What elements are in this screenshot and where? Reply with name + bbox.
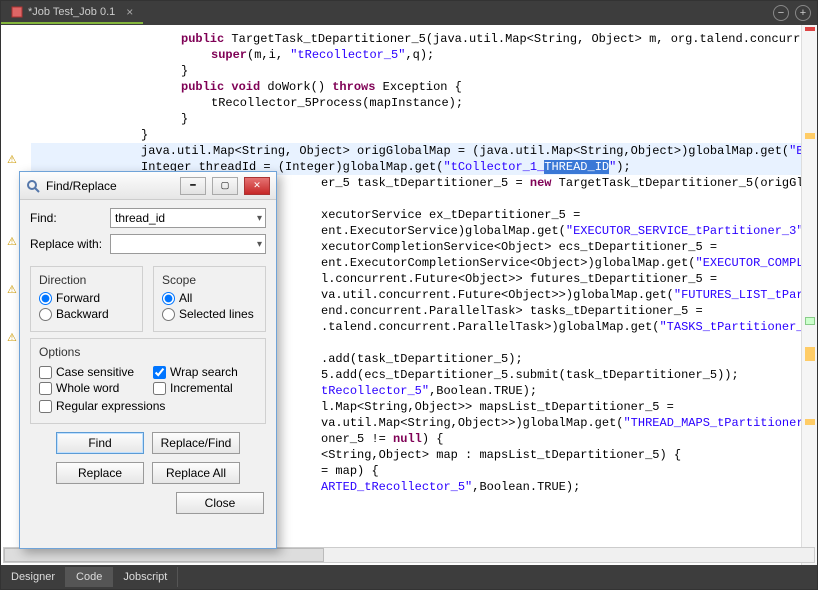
minimize-icon[interactable]: − bbox=[773, 5, 789, 21]
warning-icon: ⚠ bbox=[7, 331, 17, 344]
editor-tab-bar: *Job Test_Job 0.1 × − + bbox=[1, 1, 817, 25]
horizontal-scrollbar[interactable] bbox=[3, 547, 815, 563]
replace-with-input[interactable] bbox=[110, 234, 266, 254]
editor-tab[interactable]: *Job Test_Job 0.1 × bbox=[1, 2, 143, 24]
dialog-body: Find: thread_id Replace with: Direction … bbox=[20, 200, 276, 522]
warning-icon: ⚠ bbox=[7, 153, 17, 166]
find-label: Find: bbox=[30, 211, 106, 225]
find-replace-dialog: Find/Replace ━ ▢ ✕ Find: thread_id Repla… bbox=[19, 171, 277, 549]
replace-with-label: Replace with: bbox=[30, 237, 106, 251]
scrollbar-thumb[interactable] bbox=[4, 548, 324, 562]
dialog-titlebar[interactable]: Find/Replace ━ ▢ ✕ bbox=[20, 172, 276, 200]
warning-marker bbox=[805, 133, 815, 139]
replace-button[interactable]: Replace bbox=[56, 462, 144, 484]
error-marker bbox=[805, 27, 815, 31]
whole-word-checkbox[interactable] bbox=[39, 382, 52, 395]
job-icon bbox=[11, 6, 23, 18]
wrap-search-checkbox[interactable] bbox=[153, 366, 166, 379]
maximize-icon[interactable]: + bbox=[795, 5, 811, 21]
regex-checkbox[interactable] bbox=[39, 400, 52, 413]
close-button[interactable]: ✕ bbox=[244, 177, 270, 195]
options-label: Options bbox=[39, 345, 257, 359]
tab-code[interactable]: Code bbox=[66, 567, 113, 587]
find-button[interactable]: Find bbox=[56, 432, 144, 454]
forward-radio[interactable] bbox=[39, 292, 52, 305]
case-sensitive-checkbox[interactable] bbox=[39, 366, 52, 379]
direction-label: Direction bbox=[39, 273, 134, 287]
replace-find-button[interactable]: Replace/Find bbox=[152, 432, 240, 454]
maximize-button[interactable]: ▢ bbox=[212, 177, 238, 195]
direction-group: Direction Forward Backward bbox=[30, 266, 143, 332]
options-group: Options Case sensitive Whole word Wrap s… bbox=[30, 338, 266, 424]
scope-label: Scope bbox=[162, 273, 257, 287]
match-marker bbox=[805, 317, 815, 325]
warning-icon: ⚠ bbox=[7, 283, 17, 296]
backward-radio[interactable] bbox=[39, 308, 52, 321]
warning-icon: ⚠ bbox=[7, 235, 17, 248]
bottom-tab-bar: Designer Code Jobscript bbox=[1, 565, 817, 589]
search-icon bbox=[26, 179, 40, 193]
replace-all-button[interactable]: Replace All bbox=[152, 462, 240, 484]
tab-title: *Job Test_Job 0.1 bbox=[28, 6, 115, 18]
close-dialog-button[interactable]: Close bbox=[176, 492, 264, 514]
warning-marker bbox=[805, 419, 815, 425]
all-radio[interactable] bbox=[162, 292, 175, 305]
tab-designer[interactable]: Designer bbox=[1, 567, 66, 587]
close-icon[interactable]: × bbox=[126, 5, 133, 19]
find-input[interactable]: thread_id bbox=[110, 208, 266, 228]
tab-jobscript[interactable]: Jobscript bbox=[113, 567, 178, 587]
scope-group: Scope All Selected lines bbox=[153, 266, 266, 332]
tab-right-icons: − + bbox=[773, 5, 811, 21]
warning-marker bbox=[805, 347, 815, 361]
minimize-button[interactable]: ━ bbox=[180, 177, 206, 195]
incremental-checkbox[interactable] bbox=[153, 382, 166, 395]
dialog-title: Find/Replace bbox=[46, 179, 117, 193]
overview-ruler[interactable] bbox=[801, 25, 817, 565]
selected-lines-radio[interactable] bbox=[162, 308, 175, 321]
